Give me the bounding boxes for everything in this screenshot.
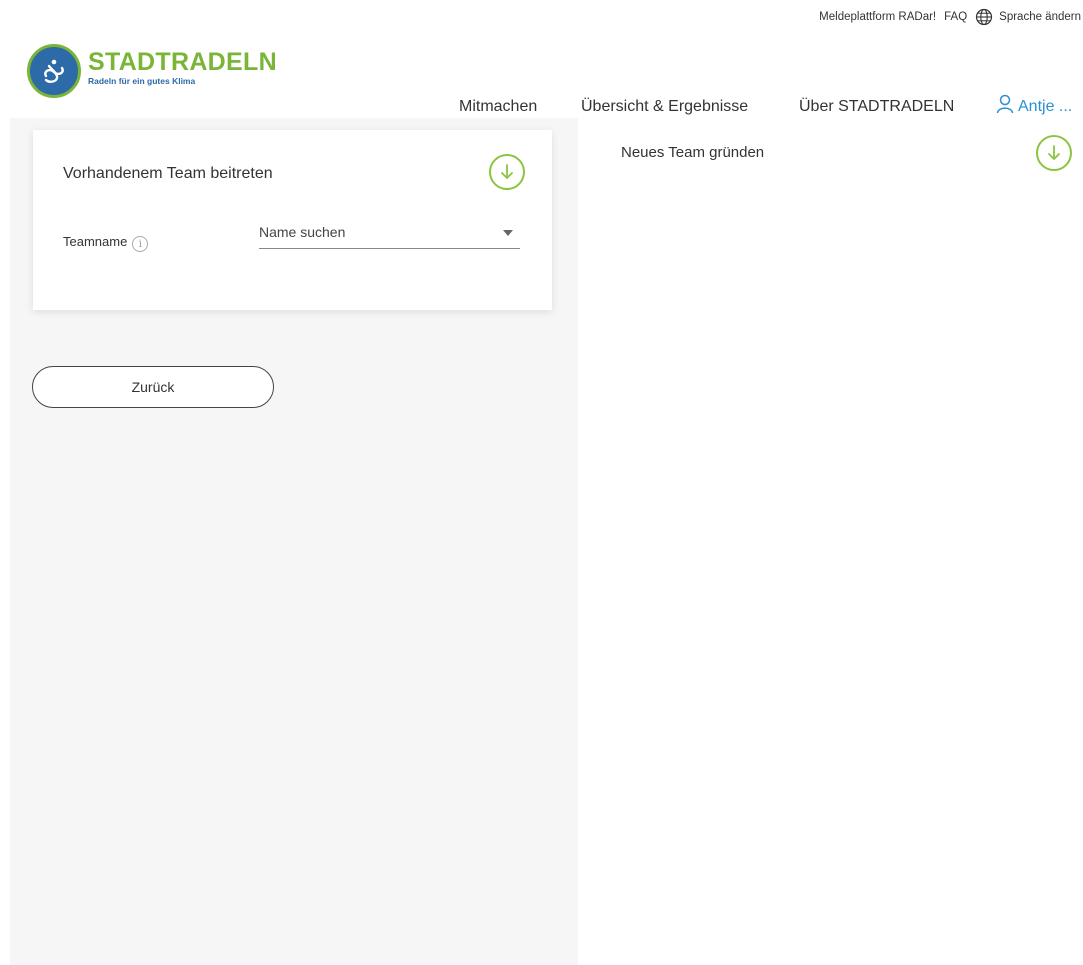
stadtradeln-logo[interactable]: STADTRADELN Radeln für ein gutes Klima: [27, 44, 277, 98]
report-platform-link[interactable]: Meldeplattform RADar!: [819, 11, 936, 23]
teamname-label: Teamname i: [63, 231, 149, 252]
team-name-select-value: Name suchen: [259, 224, 346, 240]
nav-item-mitmachen[interactable]: Mitmachen: [459, 98, 537, 116]
caret-down-icon: [503, 230, 513, 236]
user-menu[interactable]: Antje ...: [996, 92, 1072, 116]
new-team-title: Neues Team gründen: [621, 144, 765, 161]
globe-icon: [976, 8, 993, 26]
cyclist-logo-icon: [27, 44, 81, 98]
new-team-toggle[interactable]: [1036, 135, 1072, 171]
back-button[interactable]: Zurück: [32, 366, 274, 408]
language-switcher[interactable]: Sprache ändern: [975, 8, 1081, 26]
team-name-select[interactable]: Name suchen: [259, 222, 520, 249]
join-team-title: Vorhandenem Team beitreten: [63, 165, 273, 182]
brand-subtitle: Radeln für ein gutes Klima: [88, 76, 196, 86]
nav-item-about[interactable]: Über STADTRADELN: [799, 98, 954, 116]
new-team-panel: [580, 120, 1083, 965]
language-label: Sprache ändern: [999, 11, 1081, 23]
brand-title: STADTRADELN: [88, 48, 277, 76]
join-team-toggle[interactable]: [489, 154, 525, 190]
page: Meldeplattform RADar! FAQ Sprache ändern: [0, 0, 1083, 965]
join-team-card: Vorhandenem Team beitreten Teamname i Na…: [33, 130, 552, 310]
nav-item-overview-results[interactable]: Übersicht & Ergebnisse: [581, 98, 748, 116]
header: STADTRADELN Radeln für ein gutes Klima M…: [0, 40, 1083, 120]
arrow-down-circle-icon: [1048, 145, 1060, 160]
teamname-label-text: Teamname: [63, 234, 128, 249]
user-icon: [996, 94, 1014, 114]
info-icon[interactable]: i: [132, 236, 149, 252]
utility-bar: Meldeplattform RADar! FAQ Sprache ändern: [819, 8, 1081, 26]
user-name: Antje ...: [1018, 98, 1073, 115]
arrow-down-circle-icon: [501, 164, 513, 179]
faq-link[interactable]: FAQ: [944, 11, 967, 23]
